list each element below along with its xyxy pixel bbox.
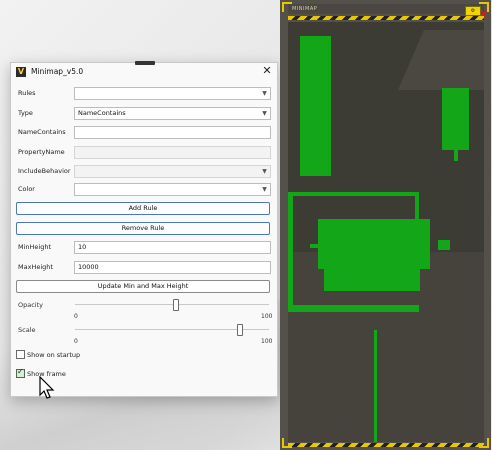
chevron-down-icon: ▼	[262, 167, 267, 175]
namecontains-input[interactable]	[74, 125, 271, 139]
scale-label: Scale	[18, 326, 36, 334]
frame-corner	[479, 2, 489, 12]
checkbox-box[interactable]	[16, 367, 25, 378]
includebehavior-label: IncludeBehavior	[18, 167, 71, 175]
close-icon[interactable]: ✕	[261, 65, 273, 77]
color-select[interactable]: ▼	[74, 182, 271, 196]
hazard-stripe-bottom	[288, 443, 484, 447]
minimap-object	[293, 192, 419, 196]
type-label: Type	[18, 109, 33, 117]
includebehavior-row: IncludeBehavior ▼	[18, 164, 272, 178]
minimap-title: MINIMAP	[292, 6, 318, 12]
rules-label: Rules	[18, 89, 36, 97]
checkbox-box[interactable]	[16, 350, 25, 359]
terrain-patch	[398, 30, 484, 90]
chevron-down-icon: ▼	[262, 185, 267, 193]
minimap-object	[318, 219, 430, 269]
minimap-object	[438, 240, 450, 250]
propertyname-input[interactable]	[74, 145, 271, 159]
minimap-object	[293, 305, 419, 312]
remove-rule-button[interactable]: Remove Rule	[16, 222, 270, 235]
title-bar[interactable]: V Minimap_v5.0	[11, 63, 277, 80]
type-select[interactable]: NameContains ▼	[74, 106, 271, 120]
minimap-object	[310, 244, 320, 248]
update-min-max-button[interactable]: Update Min and Max Height	[16, 280, 270, 293]
minheight-row: MinHeight 10	[18, 240, 272, 254]
namecontains-label: NameContains	[18, 128, 66, 136]
minimap-window[interactable]: MINIMAP ⚙ ✕	[280, 0, 491, 450]
app-logo-icon: V	[16, 66, 26, 77]
opacity-slider[interactable]	[75, 299, 269, 311]
minimap-object	[454, 150, 458, 161]
minimap-title-bar[interactable]	[288, 4, 484, 14]
show-on-startup-label: Show on startup	[27, 350, 81, 359]
opacity-label: Opacity	[18, 301, 44, 309]
chevron-down-icon: ▼	[262, 109, 267, 117]
minimap-object	[324, 269, 420, 291]
minheight-label: MinHeight	[18, 243, 52, 251]
show-on-startup-checkbox[interactable]: Show on startup	[16, 350, 80, 359]
minimap-object	[415, 196, 419, 220]
rules-row: Rules ▼	[18, 86, 272, 100]
propertyname-row: PropertyName	[18, 145, 272, 159]
includebehavior-select[interactable]: ▼	[74, 164, 271, 178]
window-grip[interactable]	[135, 61, 155, 65]
hazard-stripe-top	[288, 16, 484, 20]
frame-corner	[282, 2, 292, 12]
mouse-cursor-icon	[39, 376, 55, 399]
type-row: Type NameContains ▼	[18, 106, 272, 120]
scale-min-label: 0	[74, 338, 78, 345]
scale-thumb[interactable]	[236, 324, 243, 336]
color-label: Color	[18, 185, 35, 193]
opacity-min-label: 0	[74, 313, 78, 320]
window-title: Minimap_v5.0	[31, 67, 84, 76]
maxheight-label: MaxHeight	[18, 263, 53, 271]
scale-max-label: 100	[261, 338, 273, 345]
add-rule-button[interactable]: Add Rule	[16, 202, 270, 215]
rules-select[interactable]: ▼	[74, 86, 271, 100]
opacity-max-label: 100	[261, 313, 273, 320]
frame-corner	[479, 438, 489, 448]
color-row: Color ▼	[18, 182, 272, 196]
namecontains-row: NameContains	[18, 125, 272, 139]
minimap-settings-window: V Minimap_v5.0 ✕ Rules ▼ Type NameContai…	[10, 61, 278, 397]
minimap-object	[442, 88, 469, 150]
minheight-input[interactable]: 10	[74, 240, 271, 254]
minimap-object	[374, 330, 377, 442]
minimap-object	[300, 36, 331, 176]
minimap-canvas[interactable]	[288, 22, 484, 442]
frame-corner	[282, 438, 292, 448]
type-value: NameContains	[78, 108, 126, 117]
propertyname-label: PropertyName	[18, 148, 65, 156]
scale-slider[interactable]	[75, 324, 269, 336]
opacity-thumb[interactable]	[172, 299, 179, 311]
maxheight-input[interactable]: 10000	[74, 260, 271, 274]
maxheight-row: MaxHeight 10000	[18, 260, 272, 274]
minimap-object	[288, 192, 293, 312]
chevron-down-icon: ▼	[262, 89, 267, 97]
